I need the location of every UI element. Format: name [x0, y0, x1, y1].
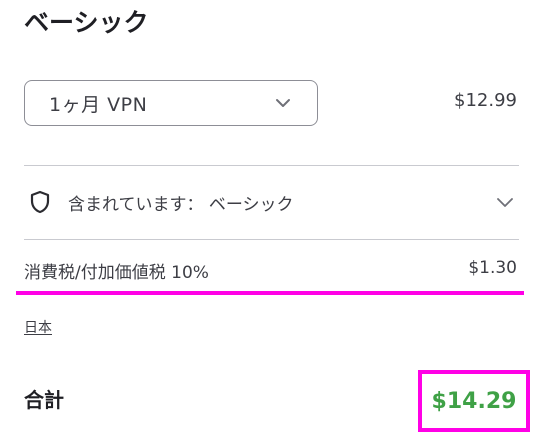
- chevron-down-icon: [273, 96, 293, 110]
- shield-icon: [30, 189, 52, 215]
- included-features-toggle[interactable]: 含まれています： ベーシック: [24, 166, 519, 238]
- plan-duration-select[interactable]: 1ヶ月 VPN: [24, 80, 318, 126]
- plan-title: ベーシック: [24, 8, 149, 37]
- included-features-label: 含まれています： ベーシック: [68, 194, 294, 215]
- highlight-underline: [16, 291, 524, 295]
- language-link[interactable]: 日本: [24, 317, 52, 337]
- plan-price: $12.99: [454, 90, 517, 111]
- divider: [24, 239, 519, 240]
- total-label: 合計: [24, 388, 64, 412]
- total-amount: $14.29: [431, 388, 517, 414]
- plan-duration-value: 1ヶ月 VPN: [49, 93, 148, 116]
- chevron-down-icon: [495, 195, 515, 209]
- tax-label: 消費税/付加価値税 10%: [24, 263, 209, 283]
- total-highlight-box: $14.29: [418, 370, 530, 432]
- tax-row: 消費税/付加価値税 10% $1.30: [24, 258, 517, 283]
- tax-amount: $1.30: [468, 258, 517, 278]
